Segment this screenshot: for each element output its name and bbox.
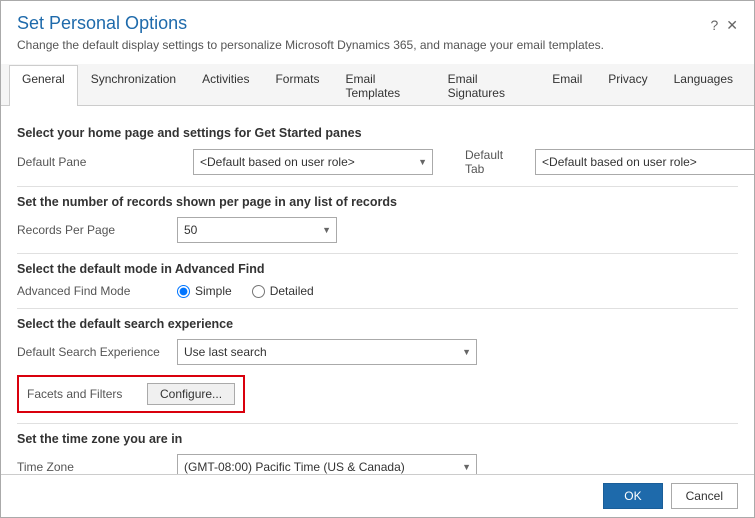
records-per-page-label: Records Per Page	[17, 223, 177, 237]
advanced-find-section-title: Select the default mode in Advanced Find	[17, 262, 738, 276]
advanced-find-radio-group: Simple Detailed	[177, 284, 314, 298]
records-per-page-row: Records Per Page 50 25 75 100 250	[17, 217, 738, 243]
dialog-body: Select your home page and settings for G…	[1, 106, 754, 474]
close-icon[interactable]: ✕	[726, 17, 738, 34]
dialog-header: Set Personal Options Change the default …	[1, 1, 754, 56]
default-search-wrapper: Use last search Relevance Search Categor…	[177, 339, 477, 365]
default-tab-label: Default Tab	[465, 148, 503, 176]
advanced-find-row: Advanced Find Mode Simple Detailed	[17, 284, 738, 298]
default-search-label: Default Search Experience	[17, 345, 177, 359]
facets-row: Facets and Filters Configure...	[17, 375, 245, 413]
timezone-row: Time Zone (GMT-08:00) Pacific Time (US &…	[17, 454, 738, 474]
records-per-page-wrapper: 50 25 75 100 250	[177, 217, 337, 243]
tab-formats[interactable]: Formats	[262, 65, 332, 106]
configure-button[interactable]: Configure...	[147, 383, 235, 405]
default-search-row: Default Search Experience Use last searc…	[17, 339, 738, 365]
tabs-bar: General Synchronization Activities Forma…	[1, 64, 754, 106]
radio-simple-label: Simple	[195, 284, 232, 298]
tab-synchronization[interactable]: Synchronization	[78, 65, 189, 106]
divider-4	[17, 423, 738, 424]
dialog-title-area: Set Personal Options Change the default …	[17, 13, 710, 52]
timezone-section-title: Set the time zone you are in	[17, 432, 738, 446]
homepage-section-title: Select your home page and settings for G…	[17, 126, 738, 140]
divider-2	[17, 253, 738, 254]
radio-detailed-input[interactable]	[252, 285, 265, 298]
tab-privacy[interactable]: Privacy	[595, 65, 660, 106]
divider-3	[17, 308, 738, 309]
default-pane-label: Default Pane	[17, 155, 177, 169]
facets-label: Facets and Filters	[27, 387, 147, 401]
tab-languages[interactable]: Languages	[661, 65, 746, 106]
advanced-find-label: Advanced Find Mode	[17, 284, 177, 298]
timezone-wrapper: (GMT-08:00) Pacific Time (US & Canada)	[177, 454, 477, 474]
cancel-button[interactable]: Cancel	[671, 483, 738, 509]
tab-email-templates[interactable]: Email Templates	[332, 65, 434, 106]
dialog-subtitle: Change the default display settings to p…	[17, 38, 710, 52]
dialog-header-icons: ? ✕	[710, 13, 738, 34]
records-section-title: Set the number of records shown per page…	[17, 195, 738, 209]
radio-simple[interactable]: Simple	[177, 284, 232, 298]
set-personal-options-dialog: Set Personal Options Change the default …	[0, 0, 755, 518]
tab-email[interactable]: Email	[539, 65, 595, 106]
default-pane-select[interactable]: <Default based on user role>	[193, 149, 433, 175]
timezone-select[interactable]: (GMT-08:00) Pacific Time (US & Canada)	[177, 454, 477, 474]
radio-simple-input[interactable]	[177, 285, 190, 298]
timezone-label: Time Zone	[17, 460, 177, 474]
divider-1	[17, 186, 738, 187]
help-icon[interactable]: ?	[710, 17, 718, 34]
default-pane-row: Default Pane <Default based on user role…	[17, 148, 738, 176]
radio-detailed-label: Detailed	[270, 284, 314, 298]
default-tab-select[interactable]: <Default based on user role>	[535, 149, 754, 175]
radio-detailed[interactable]: Detailed	[252, 284, 314, 298]
default-tab-wrapper: <Default based on user role>	[535, 149, 754, 175]
dialog-footer: OK Cancel	[1, 474, 754, 517]
default-search-select[interactable]: Use last search Relevance Search Categor…	[177, 339, 477, 365]
tab-email-signatures[interactable]: Email Signatures	[435, 65, 540, 106]
ok-button[interactable]: OK	[603, 483, 662, 509]
tab-general[interactable]: General	[9, 65, 78, 106]
records-per-page-select[interactable]: 50 25 75 100 250	[177, 217, 337, 243]
search-section-title: Select the default search experience	[17, 317, 738, 331]
default-pane-wrapper: <Default based on user role>	[193, 149, 433, 175]
dialog-title: Set Personal Options	[17, 13, 710, 34]
facets-section: Facets and Filters Configure...	[17, 375, 738, 413]
tab-activities[interactable]: Activities	[189, 65, 262, 106]
